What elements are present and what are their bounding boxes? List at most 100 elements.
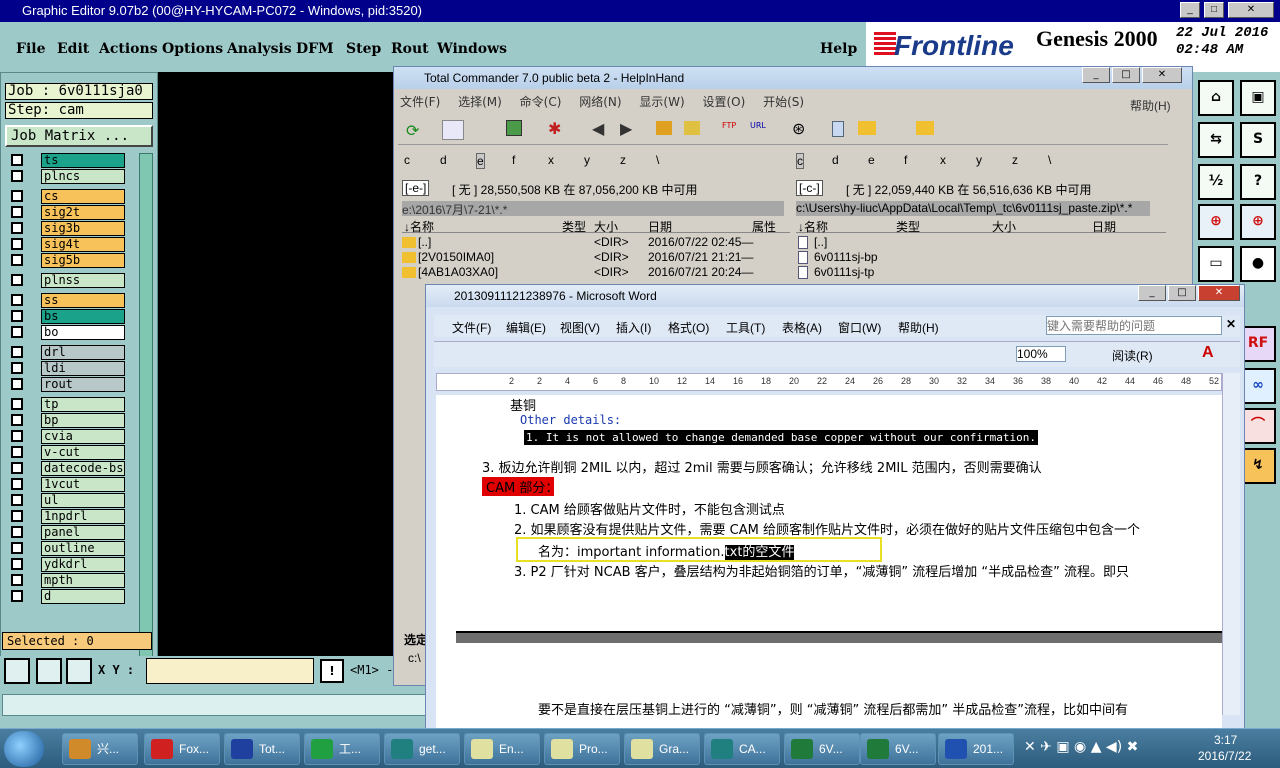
taskbar-item[interactable]: Tot... [224,733,300,765]
layer-checkbox[interactable] [11,154,23,166]
layer-name[interactable]: sig4t [41,237,125,252]
layer-name[interactable]: cvia [41,429,125,444]
drive-d[interactable]: d [440,153,447,167]
tc-close-button[interactable]: ✕ [1142,67,1182,83]
menu-step[interactable]: Step [346,41,381,57]
word-menu-tools[interactable]: 工具(T) [726,319,765,336]
refresh-icon[interactable]: ⟳ [406,121,419,140]
word-menu-view[interactable]: 视图(V) [560,319,600,336]
tc-left-row[interactable]: [..] <DIR> 2016/07/22 02:45— [402,235,790,250]
layer-row[interactable]: ss [5,293,125,308]
layer-checkbox[interactable] [11,294,23,306]
star-icon[interactable]: ✱ [548,119,561,138]
taskbar-item[interactable]: 6V... [784,733,860,765]
col-date[interactable]: 日期 [648,218,672,235]
document-page[interactable]: 基铜 Other details: 1. It is not allowed t… [436,395,1222,735]
layer-checkbox[interactable] [11,238,23,250]
layer-row[interactable]: datecode-bs [5,461,125,476]
layer-name[interactable]: cs [41,189,125,204]
tc-menu-file[interactable]: 文件(F) [400,95,440,109]
menu-dfm[interactable]: DFM [296,41,334,57]
taskbar-item[interactable]: En... [464,733,540,765]
back-icon[interactable]: ◀ [592,119,604,138]
drive-z[interactable]: z [620,153,626,167]
layer-checkbox[interactable] [11,558,23,570]
layer-name[interactable]: outline [41,541,125,556]
col-type-right[interactable]: 类型 [896,218,920,235]
layer-name[interactable]: ss [41,293,125,308]
word-ruler[interactable]: 2 2 4 6 8 10 12 14 16 18 20 22 24 26 28 30 32 34 36 38 40 42 4… [436,373,1222,391]
taskbar-item[interactable]: 兴... [62,733,138,765]
word-doc-close-icon[interactable]: ✕ [1226,317,1236,331]
tc-menu-start[interactable]: 开始(S) [763,95,804,109]
drive-f[interactable]: f [904,153,907,167]
taskbar-item[interactable]: Gra... [624,733,700,765]
layer-checkbox[interactable] [11,542,23,554]
drive-c[interactable]: c [796,153,804,169]
tc-menu-show[interactable]: 显示(W) [639,95,684,109]
layer-name[interactable]: bo [41,325,125,340]
layer-row[interactable]: ydkdrl [5,557,125,572]
drive-x[interactable]: x [548,153,554,167]
tc-menu-help[interactable]: 帮助(H) [1130,97,1171,114]
layer-checkbox[interactable] [11,526,23,538]
taskbar-item[interactable]: Fox... [144,733,220,765]
font-color-icon[interactable]: A [1202,344,1214,362]
layer-row[interactable]: 1npdrl [5,509,125,524]
layer-row[interactable]: bs [5,309,125,324]
taskbar-item[interactable]: CA... [704,733,780,765]
drive-y[interactable]: y [976,153,982,167]
layer-name[interactable]: ydkdrl [41,557,125,572]
layer-scrollbar[interactable] [139,153,153,703]
layer-name[interactable]: sig2t [41,205,125,220]
drive-f[interactable]: f [512,153,515,167]
layer-row[interactable]: ts [5,153,125,168]
layer-name[interactable]: ts [41,153,125,168]
layer-name[interactable]: panel [41,525,125,540]
layer-name[interactable]: sig5b [41,253,125,268]
layer-row[interactable]: sig3b [5,221,125,236]
minimize-button[interactable]: _ [1180,2,1200,18]
col-type[interactable]: 类型 [562,218,586,235]
layer-row[interactable]: cs [5,189,125,204]
layer-name[interactable]: ldi [41,361,125,376]
clock-date[interactable]: 2016/7/22 [1198,749,1251,763]
layer-name[interactable]: d [41,589,125,604]
layer-checkbox[interactable] [11,446,23,458]
home-icon[interactable]: ⌂ [1198,80,1234,116]
xy-input[interactable] [146,658,314,684]
word-close-button[interactable]: ✕ [1198,285,1240,301]
col-name[interactable]: ↓名称 [404,218,434,235]
tc-right-drive-select[interactable]: [-c-] [796,180,823,196]
layer-row[interactable]: mpth [5,573,125,588]
help-icon[interactable]: ? [1240,164,1276,200]
layer-row[interactable]: sig2t [5,205,125,220]
menu-windows[interactable]: Windows [437,41,507,57]
ftp-icon[interactable]: FTP [722,121,736,130]
layer-row[interactable]: bp [5,413,125,428]
word-menu-help[interactable]: 帮助(H) [898,319,939,336]
pad-icon[interactable]: ● [1240,246,1276,282]
word-minimize-button[interactable]: _ [1138,285,1166,301]
layer-name[interactable]: bs [41,309,125,324]
layer-name[interactable]: drl [41,345,125,360]
layer-checkbox[interactable] [11,310,23,322]
word-menu-window[interactable]: 窗口(W) [838,319,881,336]
search-icon[interactable]: ⊛ [792,119,805,138]
layer-name[interactable]: plncs [41,169,125,184]
tool-icon[interactable]: ↯ [1240,448,1276,484]
layer-name[interactable]: rout [41,377,125,392]
ruler-icon[interactable]: ▭ [1198,246,1234,282]
layer-checkbox[interactable] [11,510,23,522]
clock-time[interactable]: 3:17 [1214,733,1237,747]
image-icon[interactable] [506,120,522,136]
menu-file[interactable]: File [16,41,45,57]
layer-row[interactable]: rout [5,377,125,392]
layer-name[interactable]: tp [41,397,125,412]
layer-name[interactable]: mpth [41,573,125,588]
forward-icon[interactable]: ▶ [620,119,632,138]
menu-options[interactable]: Options [162,41,223,57]
menu-rout[interactable]: Rout [391,41,429,57]
col-name-right[interactable]: ↓名称 [798,218,828,235]
layer-checkbox[interactable] [11,478,23,490]
